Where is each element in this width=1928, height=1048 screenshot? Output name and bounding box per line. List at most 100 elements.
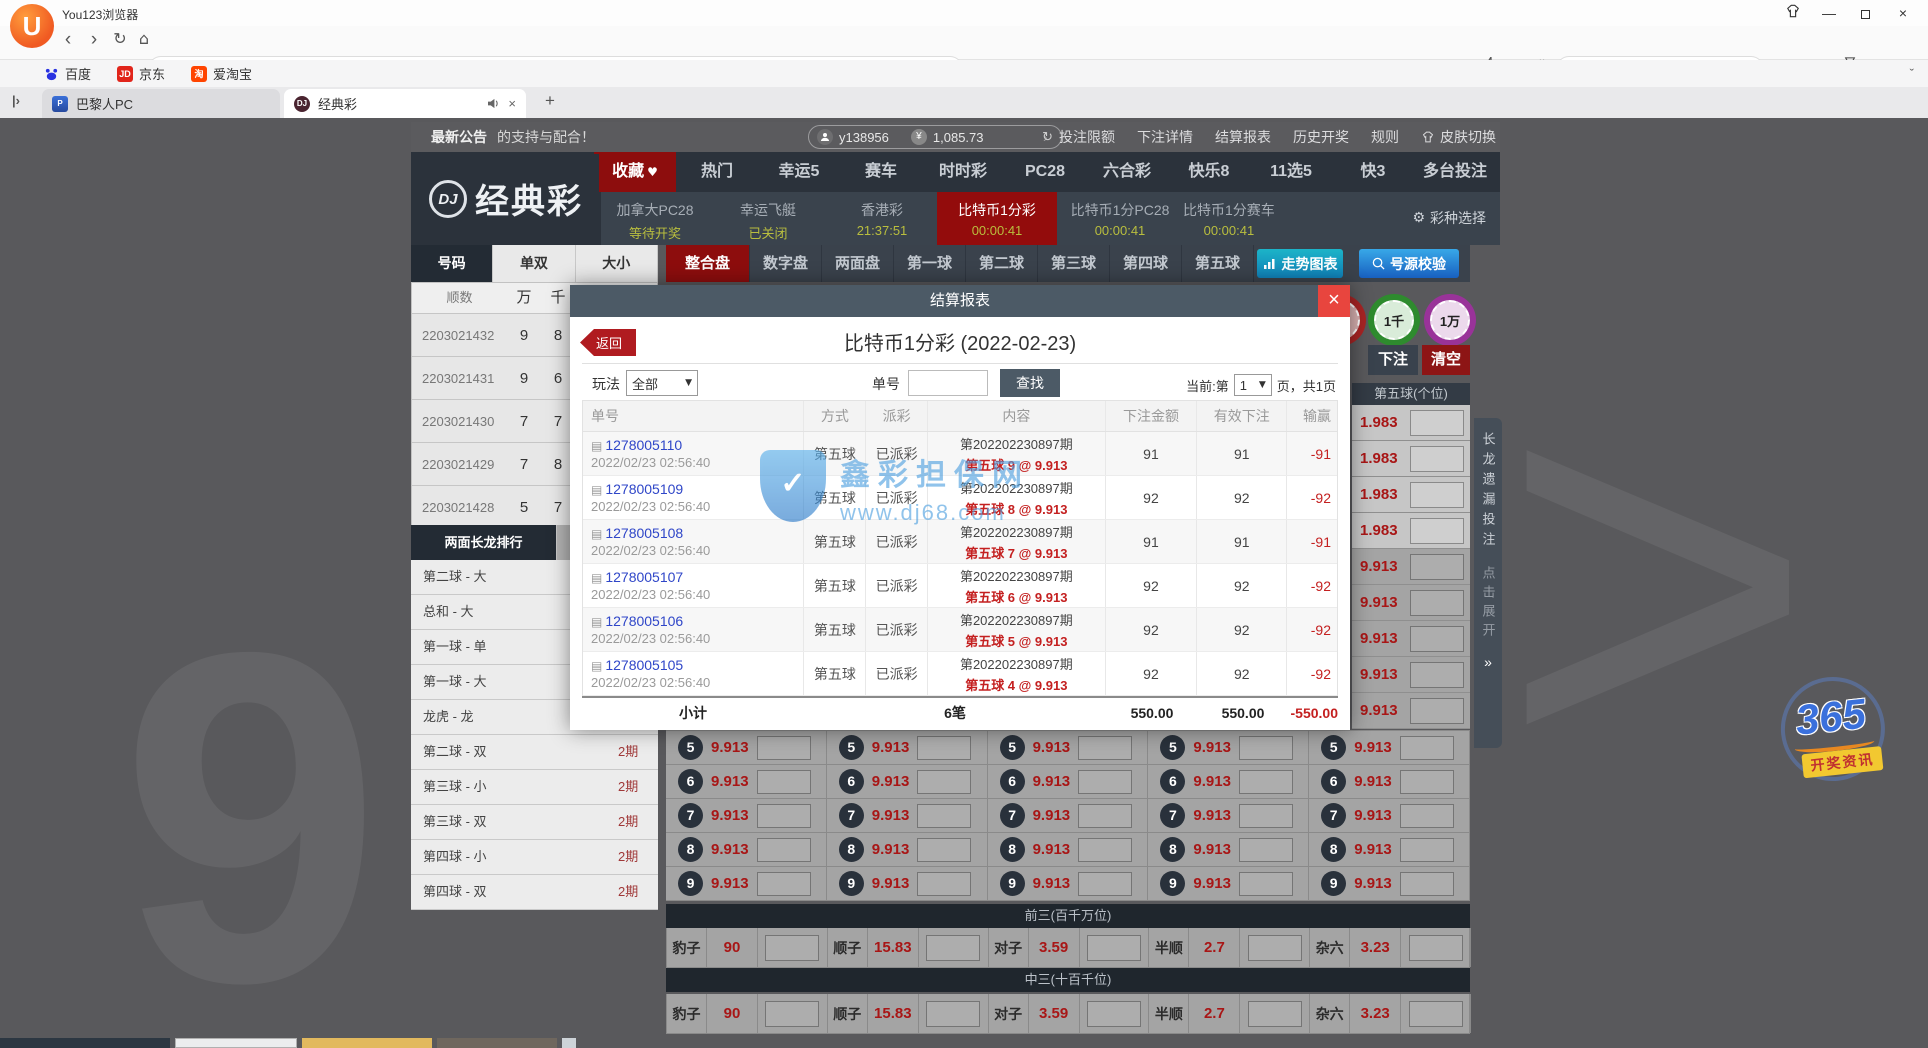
bet-cell[interactable]: 99.913 — [1309, 867, 1470, 900]
streak-row[interactable]: 第三球 - 双 2期 — [411, 805, 658, 840]
bet-amount-input[interactable] — [1410, 482, 1464, 508]
bet-amount-input[interactable] — [917, 872, 971, 896]
restore-button[interactable] — [1850, 3, 1880, 23]
page-select[interactable]: 1▼ — [1234, 374, 1272, 396]
bet-amount-input[interactable] — [1239, 770, 1293, 794]
back-icon[interactable]: ‹ — [56, 29, 80, 51]
bet-amount-input[interactable] — [1410, 590, 1464, 616]
bet-amount-input[interactable] — [1239, 736, 1293, 760]
play-type-select[interactable]: 全部▼ — [626, 370, 698, 396]
browser-tab-1[interactable]: P 巴黎人PC — [42, 89, 280, 118]
bet-amount-input[interactable] — [1409, 935, 1463, 961]
bet-tab[interactable]: 第五球 — [1182, 245, 1254, 282]
taskbar-window-4[interactable] — [437, 1038, 557, 1048]
lottery-tab[interactable]: 比特币1分彩 00:00:41 — [937, 192, 1057, 245]
browser-tab-2-active[interactable]: DJ 经典彩 × — [284, 89, 526, 118]
browser-logo-icon[interactable]: U — [10, 4, 54, 48]
bet-amount-input[interactable] — [1248, 935, 1302, 961]
streak-row[interactable]: 第二球 - 双 2期 — [411, 735, 658, 770]
bet-cell[interactable]: 79.913 — [1309, 799, 1470, 832]
order-id-link[interactable]: 1278005108 — [605, 525, 683, 541]
bet-amount-input[interactable] — [757, 770, 811, 794]
nav-item[interactable]: 快乐8♥ — [1168, 152, 1250, 192]
place-bet-button[interactable]: 下注 — [1368, 345, 1418, 375]
minimize-button[interactable]: — — [1814, 3, 1844, 23]
taskbar-window-1[interactable] — [0, 1038, 170, 1048]
bet-amount-input[interactable] — [1410, 410, 1464, 436]
panel-tab[interactable]: 单双 — [493, 245, 575, 282]
bet-amount-input[interactable] — [1248, 1001, 1302, 1027]
bet-amount-input[interactable] — [1400, 872, 1454, 896]
bet-cell[interactable]: 79.913 — [988, 799, 1149, 832]
close-window-button[interactable]: × — [1888, 3, 1918, 23]
bet-amount-input[interactable] — [1410, 446, 1464, 472]
home-icon[interactable]: ⌂ — [132, 29, 156, 48]
forward-icon[interactable]: › — [82, 29, 106, 51]
nav-item[interactable]: 多台投注♥ — [1414, 152, 1496, 192]
bet-amount-input[interactable] — [917, 804, 971, 828]
nav-item[interactable]: 六合彩♥ — [1086, 152, 1168, 192]
bet-amount-input[interactable] — [1078, 804, 1132, 828]
taskbar-window-3[interactable] — [302, 1038, 432, 1048]
bet-cell[interactable]: 89.913 — [1309, 833, 1470, 866]
bet-amount-input[interactable] — [1410, 626, 1464, 652]
bet-amount-input[interactable] — [1400, 736, 1454, 760]
bet-tab[interactable]: 整合盘 — [666, 245, 750, 282]
tab-audio-icon[interactable] — [487, 98, 500, 109]
bet-cell[interactable]: 59.913 — [988, 731, 1149, 764]
bet-cell[interactable]: 89.913 — [666, 833, 827, 866]
bet-cell[interactable]: 69.913 — [1309, 765, 1470, 798]
bet-amount-input[interactable] — [1400, 804, 1454, 828]
bet-amount-input[interactable] — [1087, 1001, 1141, 1027]
bet-cell[interactable]: 89.913 — [1148, 833, 1309, 866]
bet-cell[interactable]: 89.913 — [827, 833, 988, 866]
bet-amount-input[interactable] — [1410, 662, 1464, 688]
bet-amount-input[interactable] — [917, 770, 971, 794]
bet-tab[interactable]: 第二球 — [966, 245, 1038, 282]
tab-close-icon[interactable]: × — [508, 96, 516, 111]
skin-shirt-icon[interactable] — [1778, 3, 1808, 23]
panel-tab[interactable]: 号码 — [411, 245, 493, 282]
bet-amount-input[interactable] — [917, 838, 971, 862]
bet-amount-input[interactable] — [1409, 1001, 1463, 1027]
nav-item[interactable]: PC28♥ — [1004, 152, 1086, 192]
bet-amount-input[interactable] — [917, 736, 971, 760]
nav-item[interactable]: 热门♥ — [676, 152, 758, 192]
sidebar-toggle-icon[interactable]: |› — [12, 93, 20, 108]
bet-amount-input[interactable] — [1078, 736, 1132, 760]
user-menu-item[interactable]: 规则 — [1371, 127, 1399, 147]
nav-item[interactable]: 赛车♥ — [840, 152, 922, 192]
bet-amount-input[interactable] — [1410, 554, 1464, 580]
betting-chip[interactable]: 1万 — [1424, 294, 1476, 346]
user-menu-item[interactable]: 下注详情 — [1137, 127, 1193, 147]
nav-item[interactable]: 幸运5♥ — [758, 152, 840, 192]
bet-amount-input[interactable] — [757, 838, 811, 862]
panel-tab[interactable]: 大小 — [576, 245, 658, 282]
bet-amount-input[interactable] — [1078, 838, 1132, 862]
modal-close-button[interactable]: × — [1318, 285, 1350, 317]
lottery-tab[interactable]: 幸运飞艇 已关闭 — [709, 192, 827, 245]
streak-row[interactable]: 第三球 - 小 2期 — [411, 770, 658, 805]
lottery-tab[interactable]: 比特币1分赛车 00:00:41 — [1183, 192, 1275, 245]
refresh-balance-icon[interactable]: ↻ — [1042, 130, 1053, 145]
bet-cell[interactable]: 69.913 — [827, 765, 988, 798]
bet-amount-input[interactable] — [765, 1001, 819, 1027]
bookmarks-collapse-icon[interactable]: ˇ — [1910, 66, 1914, 81]
user-menu-item[interactable]: 历史开奖 — [1293, 127, 1349, 147]
bet-cell[interactable]: 59.913 — [1309, 731, 1470, 764]
bet-tab[interactable]: 两面盘 — [822, 245, 894, 282]
user-menu-item[interactable]: 结算报表 — [1215, 127, 1271, 147]
bet-cell[interactable]: 79.913 — [666, 799, 827, 832]
skin-switch[interactable]: 皮肤切换 — [1421, 127, 1496, 147]
bet-tab[interactable]: 第四球 — [1110, 245, 1182, 282]
lottery-tab[interactable]: 比特币1分PC28 00:00:41 — [1057, 192, 1183, 245]
bet-amount-input[interactable] — [757, 736, 811, 760]
clear-button[interactable]: 清空 — [1422, 345, 1470, 375]
nav-item[interactable]: 快3♥ — [1332, 152, 1414, 192]
bookmark-baidu[interactable]: 百度 — [44, 64, 91, 83]
bet-amount-input[interactable] — [1410, 518, 1464, 544]
taskbar-window-2[interactable] — [175, 1038, 297, 1048]
user-menu-item[interactable]: 投注限额 — [1059, 127, 1115, 147]
bet-amount-input[interactable] — [757, 804, 811, 828]
bet-cell[interactable]: 59.913 — [827, 731, 988, 764]
